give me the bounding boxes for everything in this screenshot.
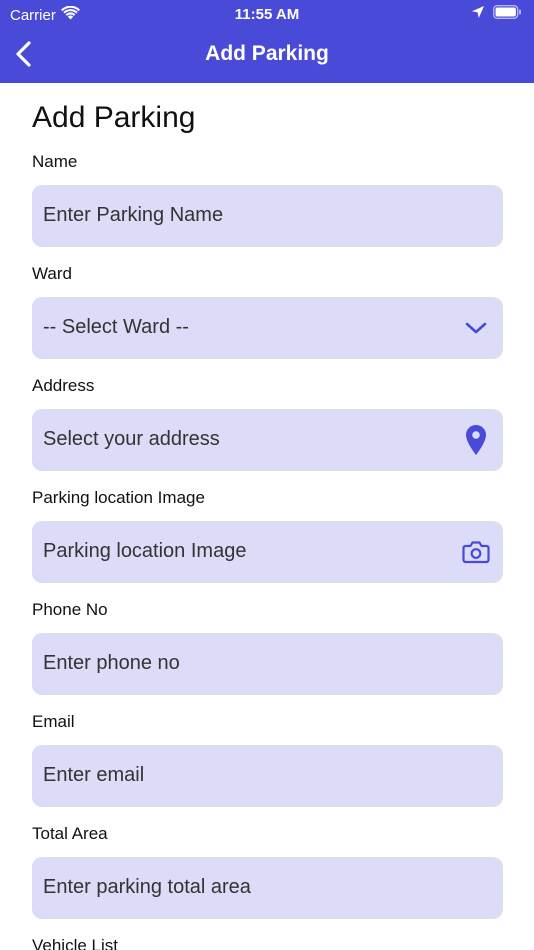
status-bar: Carrier 11:55 AM [0, 0, 534, 28]
image-label: Parking location Image [32, 488, 205, 507]
top-bar: Carrier 11:55 AM Add Parking [0, 0, 534, 83]
phone-placeholder: Enter phone no [43, 652, 180, 674]
location-arrow-icon [471, 5, 485, 23]
camera-icon[interactable] [461, 535, 491, 569]
ward-select[interactable]: -- Select Ward -- [32, 297, 503, 359]
status-right-group [471, 4, 522, 23]
address-input[interactable]: Select your address [32, 409, 503, 471]
total-area-placeholder: Enter parking total area [43, 876, 251, 898]
address-label: Address [32, 376, 95, 395]
status-time: 11:55 AM [234, 6, 300, 23]
name-placeholder: Enter Parking Name [43, 204, 224, 226]
battery-icon [492, 4, 522, 23]
email-label: Email [32, 712, 75, 731]
page-title: Add Parking [32, 101, 196, 134]
total-area-label: Total Area [32, 824, 108, 843]
nav-title: Add Parking [205, 42, 329, 65]
email-input[interactable]: Enter email [32, 745, 503, 807]
phone-label: Phone No [32, 600, 108, 619]
image-picker-field[interactable]: Parking location Image [32, 521, 503, 583]
image-placeholder: Parking location Image [43, 540, 247, 562]
vehicle-list-label: Vehicle List [32, 936, 118, 950]
ward-label: Ward [32, 264, 72, 283]
ward-selected-value: -- Select Ward -- [43, 316, 189, 338]
location-pin-icon[interactable] [461, 423, 491, 457]
name-input[interactable]: Enter Parking Name [32, 185, 503, 247]
chevron-down-icon [461, 311, 491, 345]
email-placeholder: Enter email [43, 764, 145, 786]
navigation-bar: Add Parking [0, 28, 534, 83]
name-label: Name [32, 152, 78, 171]
address-placeholder: Select your address [43, 428, 220, 450]
total-area-input[interactable]: Enter parking total area [32, 857, 503, 919]
phone-input[interactable]: Enter phone no [32, 633, 503, 695]
